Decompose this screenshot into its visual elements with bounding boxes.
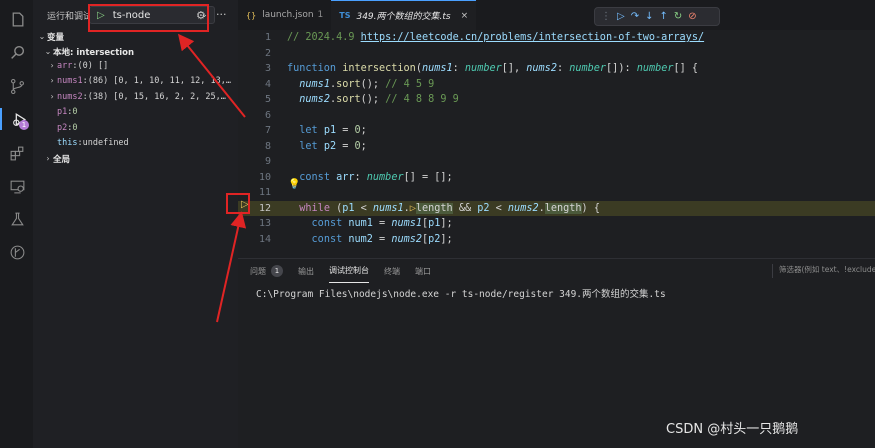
drag-handle-icon[interactable]: ⋮ — [601, 11, 611, 22]
console-output: C:\Program Files\nodejs\node.exe -r ts-n… — [256, 289, 666, 300]
json-file-icon: {} — [246, 10, 257, 20]
code-view[interactable]: 1// 2024.4.9 https://leetcode.cn/problem… — [238, 30, 875, 258]
variable-row[interactable]: › nums1: (86) [0, 1, 10, 11, 12, 13,… — [33, 73, 238, 88]
local-scope[interactable]: ⌄ 本地: intersection — [33, 44, 238, 59]
extensions-icon[interactable] — [6, 142, 28, 164]
code-line: 13 const num1 = nums1[p1]; — [258, 218, 453, 230]
variable-row[interactable]: p2: 0 — [33, 120, 238, 135]
annotation-box-config — [88, 4, 209, 32]
git-graph-icon[interactable] — [6, 241, 28, 263]
code-line: 3 function intersection(nums1: number[], … — [264, 63, 699, 75]
chevron-right-icon: › — [49, 61, 55, 70]
editor-tab-bar: {} launch.json 1 TS 349.两个数组的交集.ts × — [238, 0, 875, 30]
debug-toolbar: ⋮ ▷ ↷ ↓ ↑ ↻ ⊘ — [594, 7, 720, 26]
code-line: 1// 2024.4.9 https://leetcode.cn/problem… — [264, 32, 705, 44]
variable-row[interactable]: p1: 0 — [33, 104, 238, 119]
typescript-file-icon: TS — [339, 11, 351, 20]
code-line: 2 — [264, 47, 271, 59]
activity-bar: 1 — [0, 0, 33, 448]
code-line: 11 — [258, 187, 271, 199]
search-icon[interactable] — [6, 41, 28, 63]
variable-row[interactable]: this: undefined — [33, 135, 238, 150]
continue-icon[interactable]: ▷ — [617, 11, 625, 22]
panel-tabs: 问题 1 输出 调试控制台 终端 端口 — [238, 259, 431, 283]
tab-349-ts[interactable]: TS 349.两个数组的交集.ts × — [331, 0, 477, 30]
debug-badge: 1 — [19, 120, 29, 130]
tab-output[interactable]: 输出 — [298, 259, 314, 283]
sidebar: 运行和调试 ▷ ts-node ⌄ ⚙ ··· ⌄ 变量 ⌄ 本地: inter… — [33, 0, 238, 448]
code-line: 10 const arr: number[] = []; — [258, 171, 453, 183]
explorer-icon[interactable] — [6, 8, 28, 30]
chevron-down-icon: ⌄ — [44, 47, 52, 56]
variable-row[interactable]: › nums2: (38) [0, 15, 16, 2, 2, 25,… — [33, 89, 238, 104]
current-code-line: 12 while (p1 < nums1.▷length && p2 < num… — [238, 200, 875, 216]
console-filter-input[interactable]: 筛选器(例如 text、!exclude — [772, 264, 875, 278]
code-line: 6 — [264, 109, 271, 121]
watermark: CSDN @村头一只鹅鹅 — [666, 422, 799, 437]
testing-icon[interactable] — [6, 208, 28, 230]
step-over-icon[interactable]: ↷ — [631, 11, 639, 22]
tab-launch-json[interactable]: {} launch.json 1 — [238, 0, 331, 30]
source-control-icon[interactable] — [6, 75, 28, 97]
close-icon[interactable]: × — [461, 11, 469, 21]
problems-count: 1 — [271, 265, 283, 277]
tab-ports[interactable]: 端口 — [415, 259, 431, 283]
more-actions-icon[interactable]: ··· — [216, 8, 227, 21]
global-scope[interactable]: › 全局 — [33, 151, 238, 166]
tab-debug-console[interactable]: 调试控制台 — [329, 259, 369, 283]
code-line: 8 let p2 = 0; — [264, 140, 367, 152]
tab-problems[interactable]: 问题 1 — [250, 259, 283, 283]
chevron-right-icon: › — [46, 154, 50, 163]
step-into-icon[interactable]: ↓ — [645, 11, 653, 22]
code-line: 7 let p1 = 0; — [264, 125, 367, 137]
code-line: 14 const num2 = nums2[p2]; — [258, 233, 453, 245]
code-line: 4 nums1.sort(); // 4 5 9 — [264, 78, 435, 90]
chevron-right-icon: › — [49, 76, 55, 85]
chevron-right-icon: › — [49, 92, 55, 101]
tab-terminal[interactable]: 终端 — [384, 259, 400, 283]
variable-row[interactable]: › arr: (0) [] — [33, 58, 238, 73]
run-debug-icon[interactable]: 1 — [0, 108, 33, 130]
stop-icon[interactable]: ⊘ — [688, 11, 696, 22]
code-line: 5 nums2.sort(); // 4 8 8 9 9 — [264, 94, 459, 106]
step-out-icon[interactable]: ↑ — [659, 11, 667, 22]
annotation-box-breakpoint — [226, 193, 250, 214]
code-line: 9 — [264, 156, 271, 168]
remote-explorer-icon[interactable] — [6, 175, 28, 197]
chevron-down-icon: ⌄ — [38, 32, 46, 41]
restart-icon[interactable]: ↻ — [674, 11, 682, 22]
lightbulb-icon[interactable]: 💡 — [288, 179, 300, 190]
